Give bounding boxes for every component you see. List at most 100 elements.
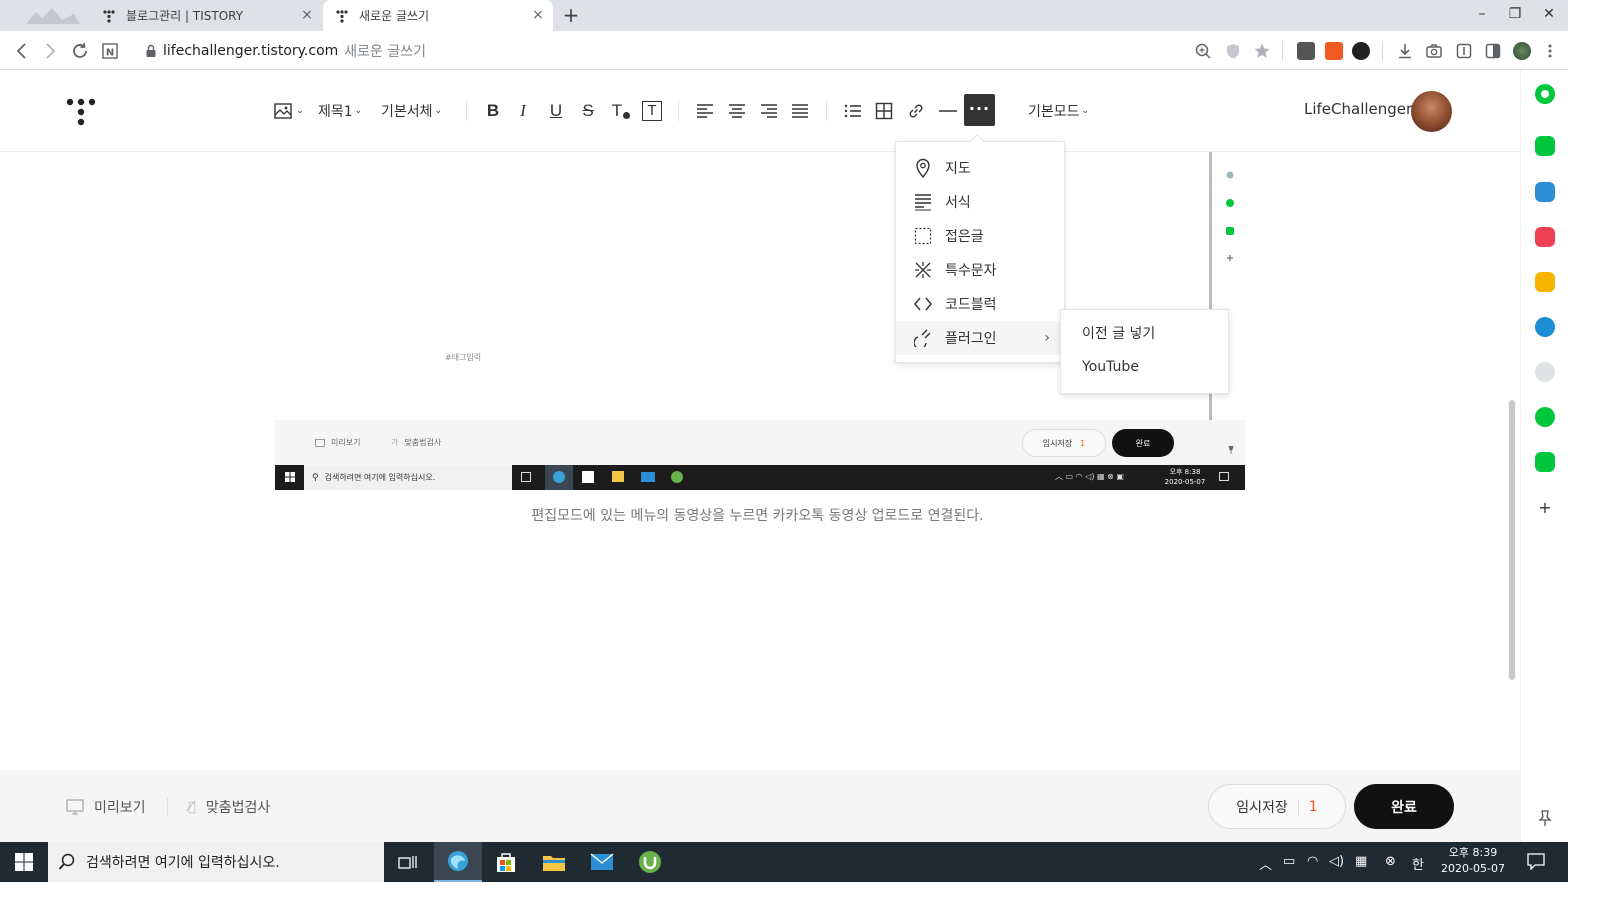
close-tab-icon[interactable]: × <box>300 8 314 22</box>
image-caption[interactable]: 편집모드에 있는 메뉴의 동영상을 누르면 카카오톡 동영상 업로드로 연결된다… <box>0 505 1515 525</box>
draft-count-badge[interactable]: 1 <box>1297 798 1318 815</box>
align-justify-button[interactable] <box>789 98 811 124</box>
volume-icon[interactable]: ◁) <box>1329 854 1344 869</box>
new-tab-button[interactable]: + <box>560 5 582 27</box>
url-field[interactable]: lifechallenger.tistory.com 새로운 글쓰기 <box>145 41 426 61</box>
menu-item-plugin[interactable]: 플러그인 › <box>896 321 1064 355</box>
profile-avatar-icon[interactable] <box>1513 42 1531 60</box>
taskbar-app-mail[interactable] <box>578 842 626 882</box>
submenu-item-previous-post[interactable]: 이전 글 넣기 <box>1061 318 1228 351</box>
heading-select[interactable]: 제목1 ⌄ <box>318 98 362 124</box>
extension-download-icon[interactable] <box>1352 42 1370 60</box>
align-right-button[interactable] <box>758 98 780 124</box>
editor-mode-select[interactable]: 기본모드 ⌄ <box>1028 98 1089 124</box>
link-button[interactable] <box>905 98 927 124</box>
text-color-button[interactable]: T <box>609 98 633 124</box>
naver-green-icon[interactable] <box>1535 84 1555 104</box>
add-icon[interactable]: + <box>1535 498 1555 518</box>
username[interactable]: LifeChallenger <box>1304 100 1412 118</box>
reader-icon[interactable] <box>1455 42 1473 60</box>
menu-item-map[interactable]: 지도 <box>896 151 1064 185</box>
submenu-item-youtube[interactable]: YouTube <box>1061 351 1228 384</box>
spell-check-button[interactable]: 가̸ 맞춤법검사 <box>188 797 270 817</box>
task-view-icon <box>521 472 531 482</box>
download-icon[interactable] <box>1396 42 1414 60</box>
monitor-icon <box>66 799 84 815</box>
green-app-icon[interactable] <box>1535 407 1555 427</box>
back-icon[interactable] <box>11 40 33 62</box>
menu-item-codeblock[interactable]: 코드블럭 <box>896 287 1064 321</box>
avatar[interactable] <box>1411 91 1452 132</box>
camera-icon[interactable] <box>1425 42 1443 60</box>
memo-icon[interactable] <box>1535 182 1555 202</box>
publish-button[interactable]: 완료 <box>1354 784 1454 829</box>
underline-button[interactable]: U <box>545 98 567 124</box>
menu-item-special-char[interactable]: 특수문자 <box>896 253 1064 287</box>
pocket-icon[interactable] <box>1535 227 1555 247</box>
favorites-icon[interactable] <box>1535 272 1555 292</box>
browser-menu-icon[interactable] <box>1545 42 1555 60</box>
align-left-icon <box>697 104 713 118</box>
insert-image-button[interactable]: ⌄ <box>272 98 306 124</box>
strikethrough-button[interactable]: S <box>577 98 599 124</box>
taskbar-clock[interactable]: 오후 8:39 2020-05-07 <box>1440 845 1506 877</box>
menu-item-template[interactable]: 서식 <box>896 185 1064 219</box>
mascot-icon[interactable] <box>1535 362 1555 382</box>
wifi-icon[interactable]: ◠ <box>1307 854 1318 869</box>
preview-button[interactable]: 미리보기 <box>66 797 146 817</box>
italic-button[interactable]: I <box>512 98 534 124</box>
reload-icon[interactable] <box>69 40 91 62</box>
extension-ex-icon[interactable] <box>1325 42 1343 60</box>
naver-n-icon[interactable]: N <box>99 40 121 62</box>
tab-new-post[interactable]: 새로운 글쓰기 × <box>323 0 553 31</box>
taskbar-search-input[interactable]: 검색하려면 여기에 입력하십시오. <box>48 842 384 882</box>
close-tab-icon[interactable]: × <box>531 8 545 22</box>
taskbar-app-browser[interactable] <box>434 842 482 882</box>
minimize-icon[interactable]: – <box>1470 4 1494 24</box>
save-draft-button[interactable]: 임시저장 1 <box>1208 784 1346 829</box>
horizontal-rule-button[interactable] <box>937 98 959 124</box>
ime-mode-icon[interactable]: ⊗ <box>1385 854 1396 869</box>
taskbar-app-explorer[interactable] <box>530 842 578 882</box>
pin-icon[interactable] <box>1535 808 1555 828</box>
talk-icon[interactable] <box>1535 136 1555 156</box>
taskbar-app-utorrent[interactable] <box>626 842 674 882</box>
forward-icon[interactable] <box>39 40 61 62</box>
bookmark-star-icon[interactable] <box>1253 42 1271 60</box>
table-button[interactable] <box>873 98 895 124</box>
align-left-button[interactable] <box>694 98 716 124</box>
ime-language-indicator[interactable]: 한 <box>1412 854 1424 873</box>
more-options-button[interactable]: ··· <box>964 94 995 126</box>
keyboard-icon[interactable]: ▦ <box>1355 854 1367 869</box>
sidebar-toggle-icon[interactable] <box>1484 42 1502 60</box>
task-view-button[interactable] <box>384 842 432 882</box>
tag-input[interactable]: #태그입력 <box>445 352 481 363</box>
taskbar-app-store[interactable] <box>482 842 530 882</box>
calendar-icon[interactable] <box>1535 452 1555 472</box>
extension-info-icon[interactable] <box>1297 42 1315 60</box>
embedded-bottom-bar: 미리보기 가 맞춤법검사 임시저장 1 완료 <box>275 420 1245 465</box>
windows-logo-icon <box>15 853 33 871</box>
embedded-search-label: 검색하려면 여기에 입력하십시오. <box>324 473 436 482</box>
tray-overflow-icon[interactable]: ︿ <box>1259 854 1272 873</box>
tab-blog-admin[interactable]: 블로그관리 | TISTORY × <box>90 0 322 31</box>
shield-icon[interactable] <box>1224 42 1242 60</box>
align-center-button[interactable] <box>726 98 748 124</box>
embedded-screenshot: 미리보기 가 맞춤법검사 임시저장 1 완료 ⚲ 검색하려면 여기에 입력하십시… <box>275 420 1245 490</box>
restore-icon[interactable]: ❐ <box>1503 4 1527 24</box>
menu-item-fold[interactable]: 접은글 <box>896 219 1064 253</box>
zoom-icon[interactable] <box>1194 42 1212 60</box>
start-button[interactable] <box>0 842 48 882</box>
embedded-taskbar: ⚲ 검색하려면 여기에 입력하십시오. ︿ ▭ ◠ ◁) ▦ ⊗ ▣ 오후 8:… <box>275 465 1245 490</box>
font-select[interactable]: 기본서체 ⌄ <box>381 98 442 124</box>
bold-button[interactable]: B <box>482 98 504 124</box>
text-background-button[interactable]: T <box>641 98 663 124</box>
bullet-list-button[interactable] <box>842 98 864 124</box>
action-center-icon[interactable] <box>1527 853 1545 870</box>
page-scrollbar[interactable] <box>1509 400 1515 680</box>
tistory-icon <box>335 9 349 23</box>
battery-icon[interactable]: ▭ <box>1283 854 1295 869</box>
edge-icon[interactable] <box>1535 317 1555 337</box>
window-close-icon[interactable]: ✕ <box>1537 4 1561 24</box>
tistory-logo-icon[interactable] <box>66 98 96 126</box>
